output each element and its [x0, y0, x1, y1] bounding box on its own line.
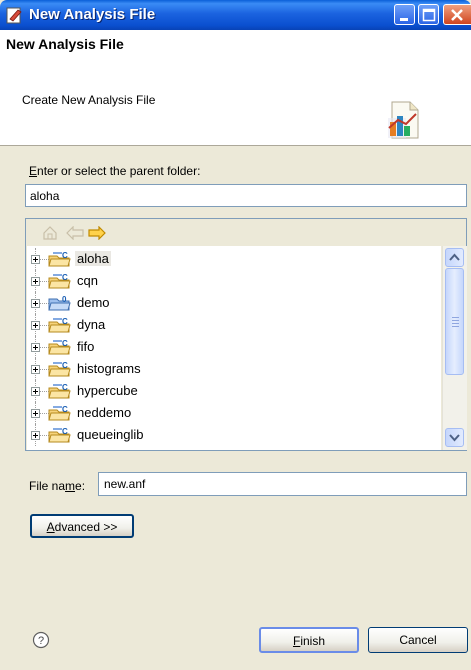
project-folder-icon: C: [48, 405, 71, 421]
project-folder-icon: C: [48, 273, 71, 289]
project-folder-icon: C: [48, 339, 71, 355]
tree-item-label: dyna: [77, 317, 106, 332]
close-icon: [451, 9, 463, 21]
svg-text:C: C: [62, 273, 68, 282]
finish-button[interactable]: Finish: [259, 627, 359, 653]
project-folder-icon: C: [48, 427, 71, 443]
back-arrow-icon[interactable]: [66, 226, 84, 240]
tree-item-label: demo: [77, 295, 110, 310]
tree-item-hypercube[interactable]: C hypercube: [27, 380, 441, 402]
tree-item-cqn[interactable]: C cqn: [27, 270, 441, 292]
expand-toggle[interactable]: [31, 255, 40, 264]
help-icon[interactable]: ?: [32, 631, 50, 649]
file-name-input[interactable]: [98, 472, 467, 496]
svg-text:C: C: [62, 427, 68, 436]
button-label: inish: [300, 634, 326, 648]
parent-folder-input[interactable]: [25, 184, 467, 207]
project-folder-icon: C: [48, 361, 71, 377]
header-title: New Analysis File: [6, 36, 124, 52]
maximize-button[interactable]: [418, 4, 439, 25]
expand-toggle[interactable]: [31, 365, 40, 374]
expand-toggle[interactable]: [31, 387, 40, 396]
advanced-button[interactable]: Advanced >>: [30, 514, 134, 538]
svg-text:C: C: [62, 361, 68, 370]
tree-item-histograms[interactable]: C histograms: [27, 358, 441, 380]
svg-text:C: C: [62, 405, 68, 414]
cancel-button[interactable]: Cancel: [368, 627, 468, 653]
button-label: dvanced >>: [54, 520, 118, 534]
scroll-thumb[interactable]: [445, 268, 464, 375]
new-file-icon: [6, 7, 22, 24]
svg-text:C: C: [62, 383, 68, 392]
expand-toggle[interactable]: [31, 431, 40, 440]
folder-icon: 0: [48, 295, 71, 311]
forward-arrow-icon[interactable]: [88, 226, 106, 240]
tree-item-fifo[interactable]: C fifo: [27, 336, 441, 358]
minimize-icon: [400, 18, 408, 21]
analysis-chart-icon: [388, 101, 419, 139]
expand-toggle[interactable]: [31, 321, 40, 330]
tree-item-label: hypercube: [77, 383, 138, 398]
scroll-up-button[interactable]: [445, 248, 464, 267]
parent-folder-label: Enter or select the parent folder:: [29, 164, 200, 178]
expand-toggle[interactable]: [31, 299, 40, 308]
folder-tree[interactable]: C aloha C cqn 0 demo C dyna C fifo C his…: [27, 246, 441, 450]
label-text: nter or select the parent folder:: [37, 164, 201, 178]
expand-toggle[interactable]: [31, 277, 40, 286]
title-bar[interactable]: New Analysis File: [0, 0, 471, 30]
tree-item-label: histograms: [77, 361, 141, 376]
tree-item-label: fifo: [77, 339, 95, 354]
chevron-down-icon: [449, 434, 460, 442]
label-text: File na: [29, 479, 66, 493]
scroll-down-button[interactable]: [445, 428, 464, 447]
close-button[interactable]: [443, 4, 471, 25]
svg-text:0: 0: [62, 295, 67, 304]
svg-text:C: C: [62, 251, 68, 260]
expand-toggle[interactable]: [31, 343, 40, 352]
expand-toggle[interactable]: [31, 409, 40, 418]
tree-item-aloha[interactable]: C aloha: [27, 248, 441, 270]
project-folder-icon: C: [48, 317, 71, 333]
header-description: Create New Analysis File: [22, 93, 156, 107]
svg-text:C: C: [62, 317, 68, 326]
svg-text:C: C: [62, 339, 68, 348]
tree-item-label: aloha: [75, 251, 111, 266]
tree-item-label: neddemo: [77, 405, 132, 420]
tree-item-label: queueinglib: [77, 427, 144, 442]
project-folder-icon: C: [48, 383, 71, 399]
svg-text:?: ?: [38, 635, 44, 647]
tree-item-label: cqn: [77, 273, 98, 288]
minimize-button[interactable]: [394, 4, 415, 25]
tree-item-queueinglib[interactable]: C queueinglib: [27, 424, 441, 446]
project-folder-icon: C: [48, 251, 71, 267]
folder-tree-panel: C aloha C cqn 0 demo C dyna C fifo C his…: [25, 218, 467, 451]
tree-item-neddemo[interactable]: C neddemo: [27, 402, 441, 424]
maximize-icon: [422, 8, 436, 22]
chevron-up-icon: [449, 253, 460, 261]
tree-item-dyna[interactable]: C dyna: [27, 314, 441, 336]
window-title: New Analysis File: [29, 6, 156, 23]
mnemonic: E: [29, 164, 38, 178]
label-text: e:: [75, 479, 86, 493]
tree-item-demo[interactable]: 0 demo: [27, 292, 441, 314]
wizard-header: New Analysis File Create New Analysis Fi…: [0, 30, 471, 146]
home-icon[interactable]: [42, 225, 58, 241]
mnemonic: m: [65, 479, 76, 493]
mnemonic: A: [46, 520, 55, 534]
tree-scrollbar[interactable]: [442, 246, 467, 450]
file-name-label: File name:: [29, 479, 85, 493]
